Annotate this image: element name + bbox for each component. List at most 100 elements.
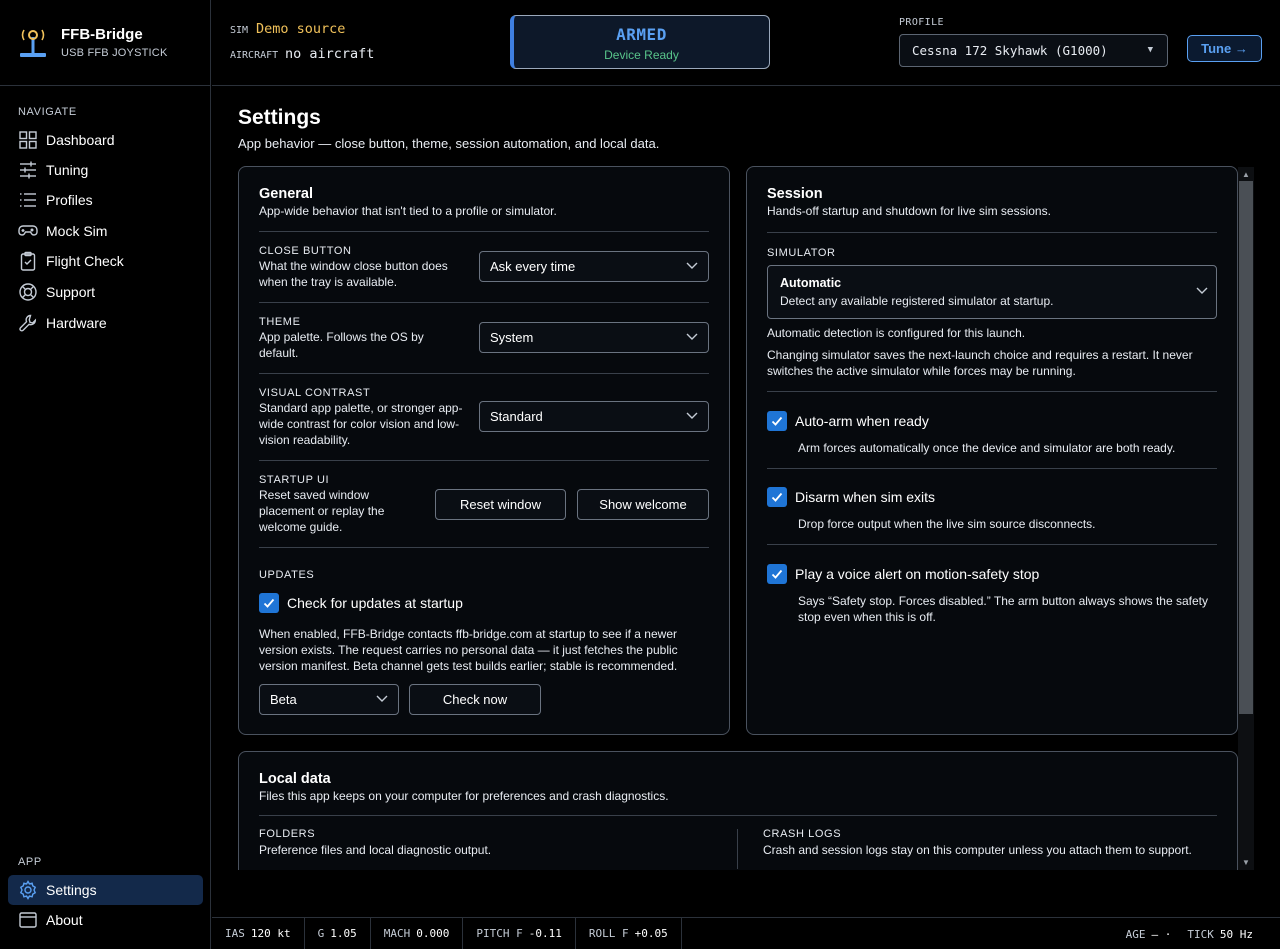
visual-contrast-value: Standard bbox=[490, 409, 543, 424]
auto-arm-label: Auto-arm when ready bbox=[795, 413, 929, 429]
simulator-value-desc: Detect any available registered simulato… bbox=[780, 294, 1054, 308]
mach-value: 0.000 bbox=[416, 927, 450, 940]
disarm-checkbox[interactable] bbox=[767, 487, 787, 507]
restart-note: Changing simulator saves the next-launch… bbox=[767, 348, 1193, 378]
divider bbox=[767, 391, 1217, 392]
tune-button[interactable]: Tune → bbox=[1187, 35, 1262, 62]
age-value: — · bbox=[1151, 927, 1172, 941]
divider bbox=[259, 460, 709, 461]
gamepad-icon bbox=[18, 225, 38, 236]
divider bbox=[259, 231, 709, 232]
reset-window-button[interactable]: Reset window bbox=[435, 489, 566, 520]
nav-item-settings[interactable]: Settings bbox=[8, 875, 203, 905]
close-button-value: Ask every time bbox=[490, 259, 576, 274]
pitch-readout: PITCH F -0.11 bbox=[463, 917, 576, 949]
check-updates-label: Check for updates at startup bbox=[287, 595, 463, 611]
sim-value: Demo source bbox=[256, 21, 346, 37]
nav-item-support[interactable]: Support bbox=[8, 277, 203, 307]
sidebar: FFB-Bridge USB FFB JOYSTICK NAVIGATE Das… bbox=[0, 0, 211, 949]
crash-logs-desc: Crash and session logs stay on this comp… bbox=[763, 843, 1192, 857]
chevron-down-icon bbox=[686, 262, 698, 269]
age-key: AGE bbox=[1125, 927, 1146, 941]
checkmark-icon bbox=[771, 492, 783, 502]
simulator-select[interactable]: Automatic Detect any available registere… bbox=[767, 265, 1217, 319]
theme-desc: App palette. Follows the OS by default. bbox=[259, 330, 424, 360]
ias-value: 120 kt bbox=[250, 927, 291, 940]
visual-contrast-select[interactable]: Standard bbox=[479, 401, 709, 432]
update-channel-select[interactable]: Beta bbox=[259, 684, 399, 715]
main-scrollbar[interactable]: ▲ ▼ bbox=[1238, 167, 1254, 870]
nav-item-tuning[interactable]: Tuning bbox=[8, 155, 203, 185]
session-card: Session Hands-off startup and shutdown f… bbox=[746, 166, 1238, 735]
g-key: G bbox=[317, 927, 325, 940]
folders-desc: Preference files and local diagnostic ou… bbox=[259, 843, 492, 857]
voice-alert-checkbox[interactable] bbox=[767, 564, 787, 584]
nav-item-label: Tuning bbox=[46, 162, 89, 178]
close-button-select[interactable]: Ask every time bbox=[479, 251, 709, 282]
armed-subtitle: Device Ready bbox=[604, 48, 679, 62]
check-updates-checkbox[interactable] bbox=[259, 593, 279, 613]
disarm-label: Disarm when sim exits bbox=[795, 489, 936, 505]
tick-value: 50 Hz bbox=[1219, 927, 1253, 941]
arm-status-button[interactable]: ARMED Device Ready bbox=[510, 15, 770, 69]
updates-desc: When enabled, FFB-Bridge contacts ffb-br… bbox=[259, 627, 678, 673]
voice-alert-label: Play a voice alert on motion-safety stop bbox=[795, 566, 1040, 582]
nav-item-label: Settings bbox=[46, 882, 97, 898]
disarm-desc: Drop force output when the live sim sour… bbox=[798, 517, 1096, 531]
profile-select[interactable]: Cessna 172 Skyhawk (G1000) ▼ bbox=[899, 34, 1168, 67]
scroll-down-icon[interactable]: ▼ bbox=[1242, 858, 1250, 867]
ias-key: IAS bbox=[225, 927, 245, 940]
nav-item-about[interactable]: About bbox=[8, 905, 203, 935]
status-bar: IAS 120 kt G 1.05 MACH 0.000 PITCH F -0.11 R… bbox=[212, 917, 1280, 949]
scroll-up-icon[interactable]: ▲ bbox=[1242, 170, 1250, 179]
checkmark-icon bbox=[771, 416, 783, 426]
checkmark-icon bbox=[771, 569, 783, 579]
simulator-caption: SIMULATOR bbox=[767, 247, 836, 259]
sliders-icon bbox=[20, 161, 36, 179]
chevron-down-icon bbox=[1196, 287, 1208, 294]
window-icon bbox=[19, 912, 37, 928]
divider bbox=[259, 302, 709, 303]
wrench-icon bbox=[19, 314, 37, 332]
brand-subtitle: USB FFB JOYSTICK bbox=[61, 47, 168, 59]
chevron-down-icon bbox=[686, 333, 698, 340]
roll-readout: ROLL F +0.05 bbox=[576, 917, 682, 949]
general-card: General App-wide behavior that isn't tie… bbox=[238, 166, 730, 735]
session-subtitle: Hands-off startup and shutdown for live … bbox=[767, 204, 1051, 218]
local-data-title: Local data bbox=[259, 771, 331, 787]
nav-item-flight-check[interactable]: Flight Check bbox=[8, 246, 203, 276]
visual-contrast-caption: VISUAL CONTRAST bbox=[259, 387, 371, 399]
brand: FFB-Bridge USB FFB JOYSTICK bbox=[0, 0, 210, 86]
aircraft-key: AIRCRAFT bbox=[230, 50, 279, 61]
clipboard-check-icon bbox=[20, 251, 36, 271]
theme-value: System bbox=[490, 330, 534, 345]
nav-item-mock-sim[interactable]: Mock Sim bbox=[8, 216, 203, 246]
ias-readout: IAS 120 kt bbox=[212, 917, 305, 949]
divider bbox=[737, 829, 738, 869]
theme-select[interactable]: System bbox=[479, 322, 709, 353]
nav-item-dashboard[interactable]: Dashboard bbox=[8, 125, 203, 155]
nav-item-label: Support bbox=[46, 284, 96, 300]
aircraft-readout: AIRCRAFT no aircraft bbox=[230, 46, 374, 62]
nav-item-profiles[interactable]: Profiles bbox=[8, 185, 203, 215]
update-channel-value: Beta bbox=[270, 692, 297, 707]
roll-key: ROLL F bbox=[588, 927, 629, 940]
aircraft-value: no aircraft bbox=[285, 46, 375, 62]
checkmark-icon bbox=[263, 598, 275, 608]
nav-item-label: Profiles bbox=[46, 192, 93, 208]
sim-key: SIM bbox=[230, 25, 249, 36]
scroll-thumb[interactable] bbox=[1239, 181, 1253, 714]
show-welcome-button[interactable]: Show welcome bbox=[577, 489, 709, 520]
g-value: 1.05 bbox=[330, 927, 357, 940]
roll-value: +0.05 bbox=[634, 927, 668, 940]
auto-arm-checkbox[interactable] bbox=[767, 411, 787, 431]
tick-key: TICK bbox=[1187, 927, 1214, 941]
chevron-down-icon bbox=[686, 412, 698, 419]
check-now-button[interactable]: Check now bbox=[409, 684, 541, 715]
local-data-subtitle: Files this app keeps on your computer fo… bbox=[259, 789, 669, 803]
age-tick-readout: AGE — · TICK 50 Hz bbox=[1126, 918, 1253, 949]
general-title: General bbox=[259, 186, 313, 202]
divider bbox=[767, 544, 1217, 545]
startup-ui-desc: Reset saved window placement or replay t… bbox=[259, 488, 385, 534]
nav-item-hardware[interactable]: Hardware bbox=[8, 308, 203, 338]
